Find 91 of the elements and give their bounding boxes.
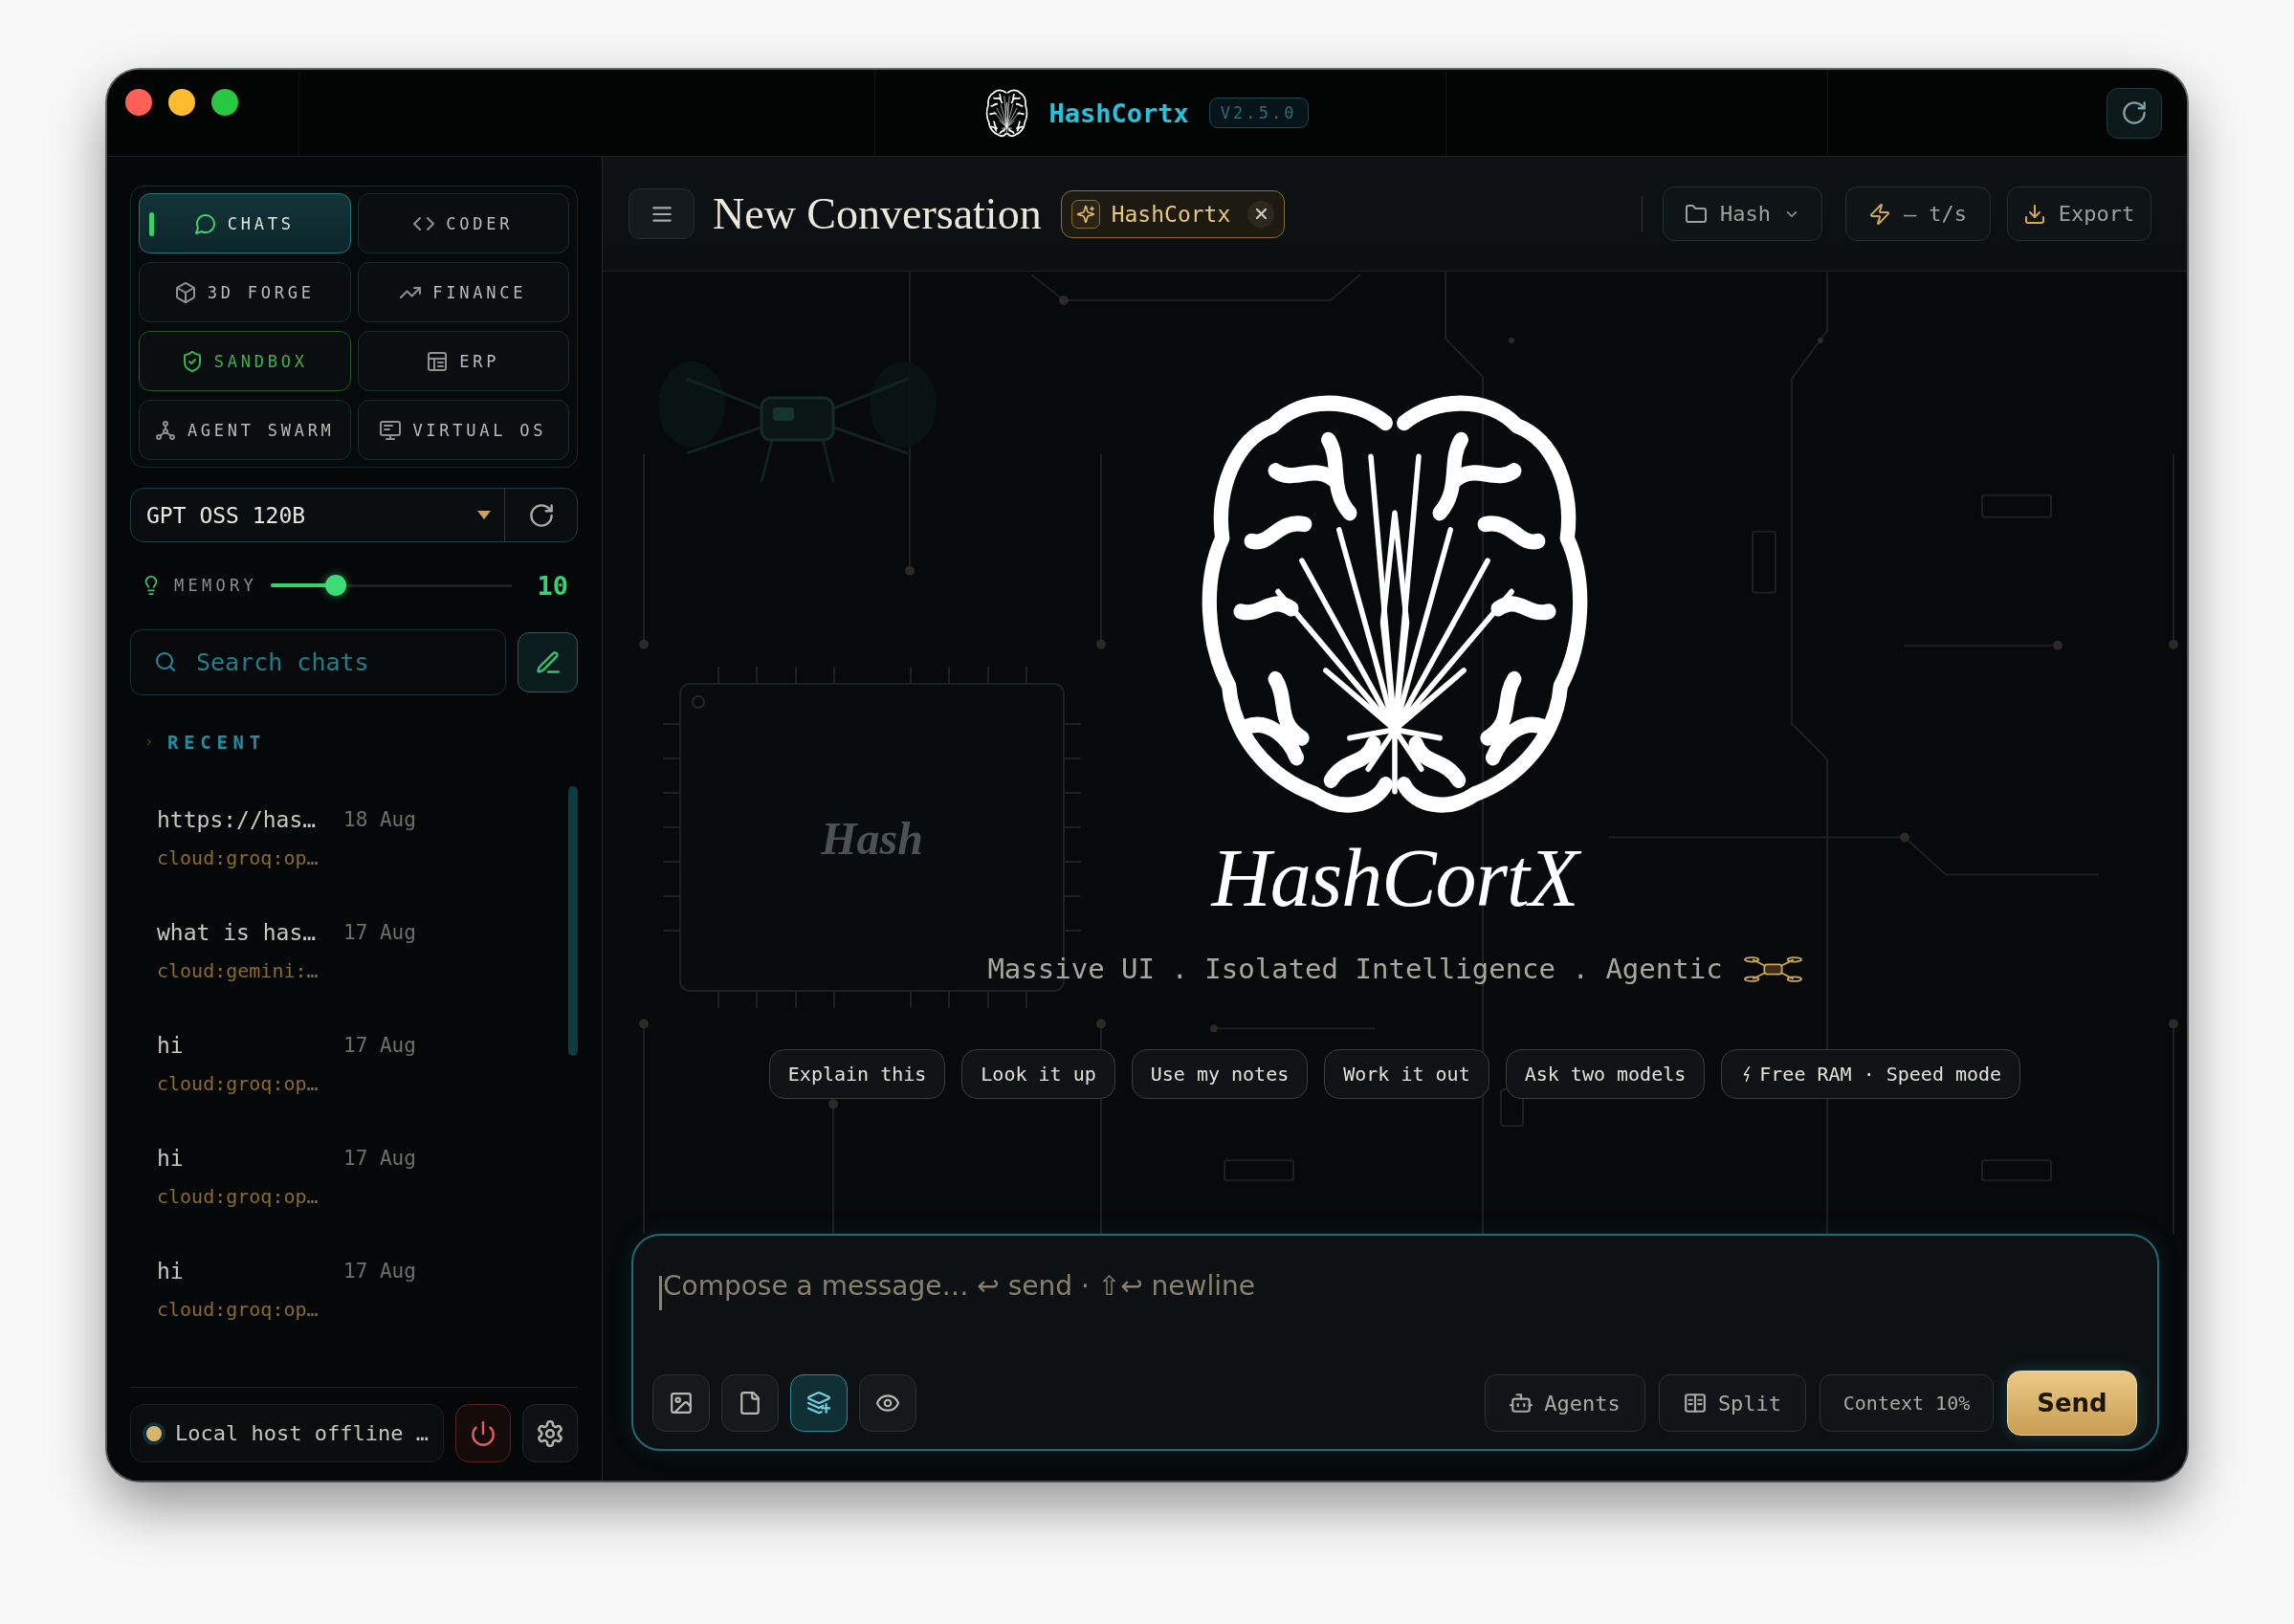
drone-icon — [1743, 954, 1802, 984]
memory-value: 10 — [537, 570, 569, 601]
module-tab[interactable]: CHATS — [139, 193, 351, 253]
file-icon — [739, 1392, 761, 1415]
suggestion-chip[interactable]: Explain this — [768, 1049, 946, 1099]
chat-title[interactable]: hi — [157, 1033, 343, 1058]
chat-model: cloud:groq:op… — [157, 1184, 320, 1210]
suggestion-chip[interactable]: Look it up — [961, 1049, 1115, 1099]
agents-button[interactable]: Agents — [1485, 1374, 1645, 1432]
conversation-title: New Conversation — [713, 188, 1042, 239]
chip-label: Hash — [821, 811, 923, 864]
refresh-icon — [528, 502, 554, 528]
context-indicator: Context 10% — [1820, 1374, 1994, 1432]
chat-model: cloud:groq:op… — [157, 1297, 320, 1323]
robot-icon — [1510, 1392, 1533, 1415]
export-button[interactable]: Export — [2007, 187, 2151, 241]
power-icon — [471, 1420, 496, 1446]
slider-thumb[interactable] — [325, 575, 347, 596]
nodes-icon — [154, 419, 176, 441]
layers-plus-icon — [807, 1392, 830, 1415]
version-badge: V2.5.0 — [1208, 98, 1309, 128]
message-composer[interactable]: Compose a message… ↩ send · ⇧↩ newline Agents Split Context 10% Send — [631, 1234, 2159, 1451]
scrollbar[interactable] — [568, 786, 578, 1056]
eye-icon — [876, 1392, 899, 1415]
chat-model: cloud:groq:op… — [157, 845, 320, 871]
window-close-icon[interactable] — [125, 89, 152, 116]
chat-date: 17 Aug — [343, 1147, 416, 1170]
settings-button[interactable] — [522, 1404, 578, 1462]
chat-title[interactable]: what is has… — [157, 920, 343, 945]
eye-button[interactable] — [859, 1374, 916, 1432]
file-button[interactable] — [721, 1374, 779, 1432]
chat-date: 17 Aug — [343, 921, 416, 944]
module-tab[interactable]: VIRTUAL OS — [357, 400, 569, 460]
caret-icon — [477, 511, 491, 519]
split-button[interactable]: Split — [1659, 1374, 1806, 1432]
module-tab[interactable]: FINANCE — [357, 262, 569, 322]
window-zoom-icon[interactable] — [211, 89, 238, 116]
shield-check-icon — [181, 350, 203, 372]
search-icon — [155, 651, 176, 672]
compose-button[interactable] — [518, 632, 578, 692]
suggestion-chip[interactable]: Work it out — [1324, 1049, 1489, 1099]
pencil-icon — [535, 649, 561, 675]
folder-icon — [1686, 203, 1707, 225]
suggestion-chip[interactable]: Ask two models — [1505, 1049, 1706, 1099]
split-view-icon — [1683, 1392, 1707, 1415]
close-icon[interactable] — [1247, 200, 1275, 228]
brain-logo-icon — [985, 88, 1029, 138]
module-tab[interactable]: CODER — [357, 193, 569, 253]
suggestion-chip[interactable]: Free RAM · Speed mode — [1721, 1049, 2021, 1099]
folder-dropdown[interactable]: Hash — [1663, 187, 1822, 241]
download-icon — [2023, 203, 2045, 225]
module-tab[interactable]: ERP — [357, 331, 569, 391]
chat-bubble-icon — [194, 212, 216, 234]
chat-title[interactable]: hi — [157, 1259, 343, 1284]
suggestion-chip[interactable]: Use my notes — [1131, 1049, 1309, 1099]
chat-title[interactable]: https://has… — [157, 807, 343, 832]
speed-indicator[interactable]: – t/s — [1845, 187, 1991, 241]
image-button[interactable] — [652, 1374, 710, 1432]
model-select[interactable]: GPT OSS 120B — [131, 489, 504, 541]
layers-button[interactable] — [790, 1374, 848, 1432]
persona-label: HashCortx — [1111, 201, 1231, 227]
window-minimize-icon[interactable] — [168, 89, 195, 116]
app-title: HashCortx — [1048, 98, 1189, 128]
status-text: Local host offline … — [175, 1421, 429, 1445]
module-tab[interactable]: SANDBOX — [139, 331, 351, 391]
persona-chip[interactable]: HashCortx — [1060, 189, 1286, 238]
power-button[interactable] — [455, 1404, 512, 1462]
table-icon — [427, 350, 449, 372]
chat-model: cloud:gemini:… — [157, 958, 320, 984]
menu-button[interactable] — [629, 188, 695, 239]
module-tab[interactable]: 3D FORGE — [139, 262, 351, 322]
monitor-icon — [380, 419, 402, 441]
chat-date: 17 Aug — [343, 1260, 416, 1283]
bolt-icon — [1868, 203, 1890, 225]
chat-model: cloud:groq:op… — [157, 1071, 320, 1097]
memory-label: MEMORY — [174, 576, 257, 595]
chat-date: 18 Aug — [343, 808, 416, 831]
settings-icon — [537, 1419, 564, 1447]
section-label: RECENT — [167, 732, 266, 753]
module-tab[interactable]: AGENT SWARM — [139, 400, 351, 460]
chat-date: 17 Aug — [343, 1034, 416, 1057]
search-field[interactable]: Search chats — [130, 629, 506, 695]
tagline: Massive UI . Isolated Intelligence . Agentic — [987, 953, 1723, 985]
cube-icon — [174, 281, 196, 303]
chat-title[interactable]: hi — [157, 1146, 343, 1171]
refresh-icon — [2122, 100, 2147, 125]
send-button[interactable]: Send — [2007, 1371, 2137, 1436]
sparkle-icon — [1070, 199, 1100, 229]
message-input[interactable]: Compose a message… ↩ send · ⇧↩ newline — [652, 1255, 2137, 1371]
image-icon — [670, 1392, 693, 1415]
refresh-button[interactable] — [2107, 87, 2162, 139]
